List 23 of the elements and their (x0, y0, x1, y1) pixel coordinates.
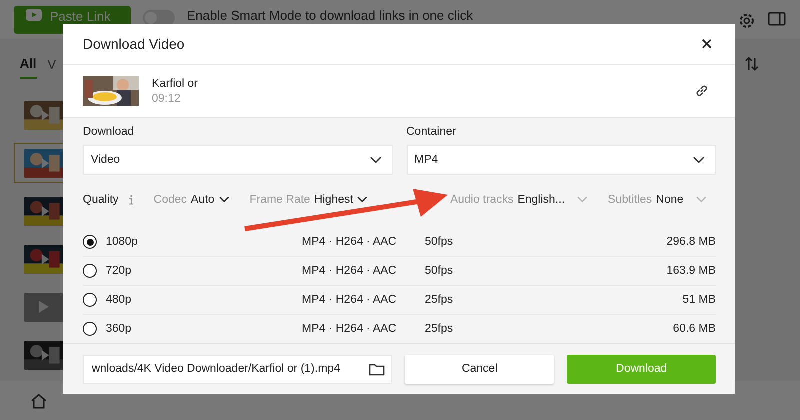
resolution-label: 720p (106, 265, 133, 277)
file-size: 51 MB (682, 294, 716, 306)
dialog-title: Download Video (83, 36, 185, 52)
file-size: 296.8 MB (666, 236, 716, 248)
resolution-label: 480p (106, 294, 133, 306)
frame-rate: 50fps (425, 236, 454, 248)
resolution-label: 360p (106, 323, 133, 335)
frame-rate: 25fps (425, 294, 454, 306)
field-label: Download (83, 126, 136, 138)
smart-mode-label: Enable Smart Mode to download links in one click (187, 8, 474, 23)
format-spec: MP4 · H264 · AAC (302, 236, 398, 248)
format-spec: MP4 · H264 · AAC (302, 323, 398, 335)
resolution-label: 1080p (106, 236, 139, 248)
file-size: 163.9 MB (666, 265, 716, 277)
format-spec: MP4 · H264 · AAC (302, 265, 398, 277)
frame-rate: 50fps (425, 265, 454, 277)
video-title: Karfiol or (152, 78, 198, 90)
frame-rate: 25fps (425, 323, 454, 335)
format-spec: MP4 · H264 · AAC (302, 294, 398, 306)
option-label: Quality (83, 194, 119, 206)
video-duration: 09:12 (152, 92, 182, 104)
file-size: 60.6 MB (672, 323, 716, 335)
field-label: Container (406, 126, 458, 138)
